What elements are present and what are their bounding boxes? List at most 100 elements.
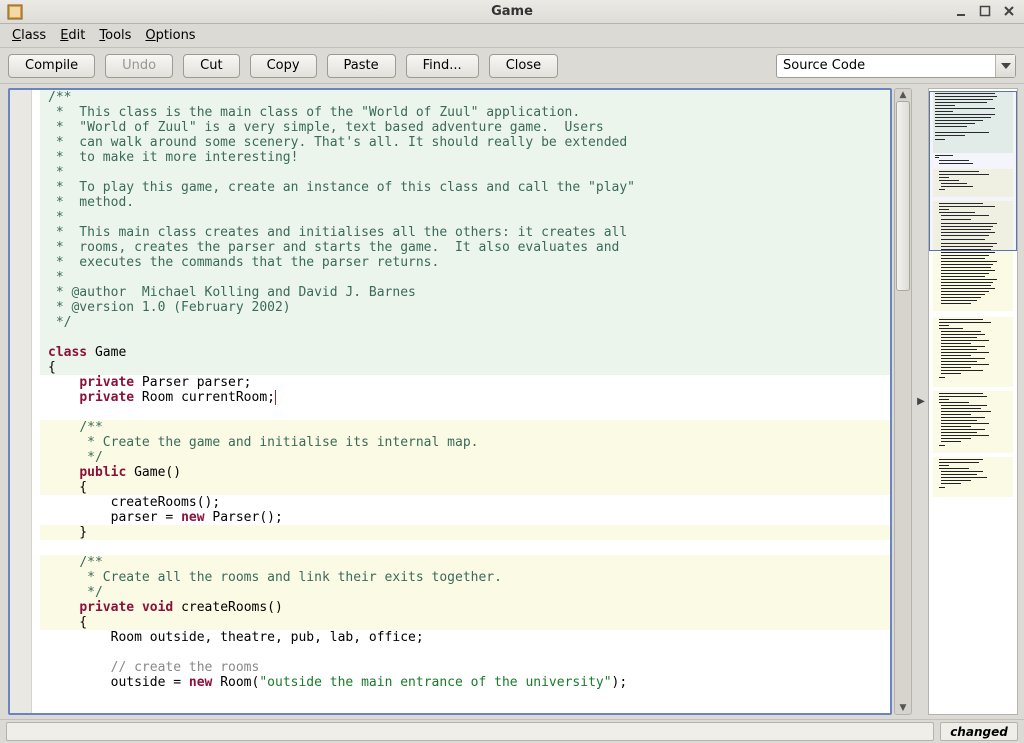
code-line[interactable]: createRooms(); — [40, 495, 890, 510]
menu-options[interactable]: Options — [139, 26, 201, 45]
code-line[interactable]: * — [40, 270, 890, 285]
code-line[interactable]: * — [40, 165, 890, 180]
code-line[interactable]: // create the rooms — [40, 660, 890, 675]
code-line[interactable]: { — [40, 480, 890, 495]
scroll-up-icon[interactable]: ▲ — [895, 89, 911, 101]
code-line[interactable]: * — [40, 210, 890, 225]
code-line[interactable]: private Parser parser; — [40, 375, 890, 390]
code-line[interactable]: * method. — [40, 195, 890, 210]
code-line[interactable]: */ — [40, 315, 890, 330]
undo-button[interactable]: Undo — [105, 54, 173, 78]
minimap-line — [941, 477, 987, 478]
code-line[interactable]: private Room currentRoom; — [40, 390, 890, 405]
minimap-line — [941, 270, 995, 271]
code-line[interactable]: * @author Michael Kolling and David J. B… — [40, 285, 890, 300]
code-line[interactable]: /** — [40, 90, 890, 105]
close-button[interactable] — [1000, 2, 1018, 20]
code-line[interactable]: /** — [40, 555, 890, 570]
code-line[interactable]: class Game — [40, 345, 890, 360]
minimap-line — [939, 462, 979, 463]
code-line[interactable]: * This class is the main class of the "W… — [40, 105, 890, 120]
panel-collapse-handle[interactable]: ▶ — [916, 84, 926, 719]
app-icon — [4, 1, 26, 23]
minimap-line — [941, 474, 977, 475]
menu-edit[interactable]: Edit — [54, 26, 91, 45]
minimap-viewport[interactable] — [929, 91, 1017, 251]
code-line[interactable]: * @version 1.0 (February 2002) — [40, 300, 890, 315]
minimap-line — [941, 349, 977, 350]
code-line[interactable]: Room outside, theatre, pub, lab, office; — [40, 630, 890, 645]
minimap-line — [941, 258, 985, 259]
code-line[interactable]: private void createRooms() — [40, 600, 890, 615]
minimap-line — [941, 337, 977, 338]
minimap-line — [939, 465, 949, 466]
code-line[interactable]: outside = new Room("outside the main ent… — [40, 675, 890, 690]
code-line[interactable]: * "World of Zuul" is a very simple, text… — [40, 120, 890, 135]
minimap-line — [941, 255, 989, 256]
compile-button[interactable]: Compile — [8, 54, 95, 78]
editor-gutter[interactable] — [10, 90, 32, 713]
code-line[interactable]: * can walk around some scenery. That's a… — [40, 135, 890, 150]
minimap-line — [941, 343, 971, 344]
window-titlebar: Game — [0, 0, 1024, 24]
paste-button[interactable]: Paste — [327, 54, 396, 78]
scroll-down-icon[interactable]: ▼ — [895, 702, 911, 714]
code-line[interactable] — [40, 330, 890, 345]
menu-class[interactable]: Class — [6, 26, 52, 45]
minimap-line — [941, 261, 997, 262]
menu-tools[interactable]: Tools — [93, 26, 137, 45]
code-line[interactable]: * rooms, creates the parser and starts t… — [40, 240, 890, 255]
minimap-line — [941, 423, 989, 424]
copy-button[interactable]: Copy — [250, 54, 317, 78]
minimap-line — [941, 252, 995, 253]
cut-button[interactable]: Cut — [183, 54, 239, 78]
minimap-line — [941, 334, 985, 335]
close-editor-button[interactable]: Close — [489, 54, 558, 78]
minimap-line — [941, 420, 977, 421]
minimap-line — [939, 377, 945, 378]
minimap-line — [939, 445, 945, 446]
minimap-line — [941, 282, 993, 283]
minimap-line — [939, 459, 983, 460]
code-line[interactable]: * This main class creates and initialise… — [40, 225, 890, 240]
code-line[interactable]: * Create the game and initialise its int… — [40, 435, 890, 450]
minimap-line — [939, 319, 983, 320]
view-selector-value: Source Code — [783, 58, 865, 73]
code-line[interactable]: */ — [40, 450, 890, 465]
minimap-line — [941, 276, 985, 277]
minimap-line — [939, 328, 963, 329]
code-line[interactable]: * executes the commands that the parser … — [40, 255, 890, 270]
minimap-line — [941, 429, 985, 430]
toolbar: Compile Undo Cut Copy Paste Find... Clos… — [0, 48, 1024, 84]
code-line[interactable]: * Create all the rooms and link their ex… — [40, 570, 890, 585]
view-selector[interactable]: Source Code — [776, 54, 1016, 78]
code-line[interactable]: parser = new Parser(); — [40, 510, 890, 525]
code-editor[interactable]: /** * This class is the main class of th… — [8, 88, 892, 715]
minimize-button[interactable] — [952, 2, 970, 20]
code-line[interactable]: * to make it more interesting! — [40, 150, 890, 165]
minimap-line — [941, 441, 961, 442]
find-button[interactable]: Find... — [406, 54, 479, 78]
code-line[interactable]: /** — [40, 420, 890, 435]
code-line[interactable]: public Game() — [40, 465, 890, 480]
code-line[interactable]: { — [40, 615, 890, 630]
code-line[interactable]: { — [40, 360, 890, 375]
code-line[interactable]: * To play this game, create an instance … — [40, 180, 890, 195]
minimap-line — [941, 367, 971, 368]
code-line[interactable] — [40, 645, 890, 660]
code-line[interactable] — [40, 405, 890, 420]
editor-vertical-scrollbar[interactable]: ▲ ▼ — [894, 88, 912, 715]
window-title: Game — [0, 4, 1024, 19]
scroll-thumb[interactable] — [896, 101, 910, 291]
code-line[interactable]: */ — [40, 585, 890, 600]
code-line[interactable] — [40, 540, 890, 555]
minimap-line — [941, 340, 989, 341]
code-line[interactable]: } — [40, 525, 890, 540]
minimap-line — [941, 331, 981, 332]
maximize-button[interactable] — [976, 2, 994, 20]
code-minimap[interactable] — [928, 88, 1018, 715]
minimap-line — [941, 285, 991, 286]
minimap-line — [941, 411, 991, 412]
breakpoint-strip[interactable] — [32, 90, 40, 713]
code-area[interactable]: /** * This class is the main class of th… — [40, 90, 890, 713]
